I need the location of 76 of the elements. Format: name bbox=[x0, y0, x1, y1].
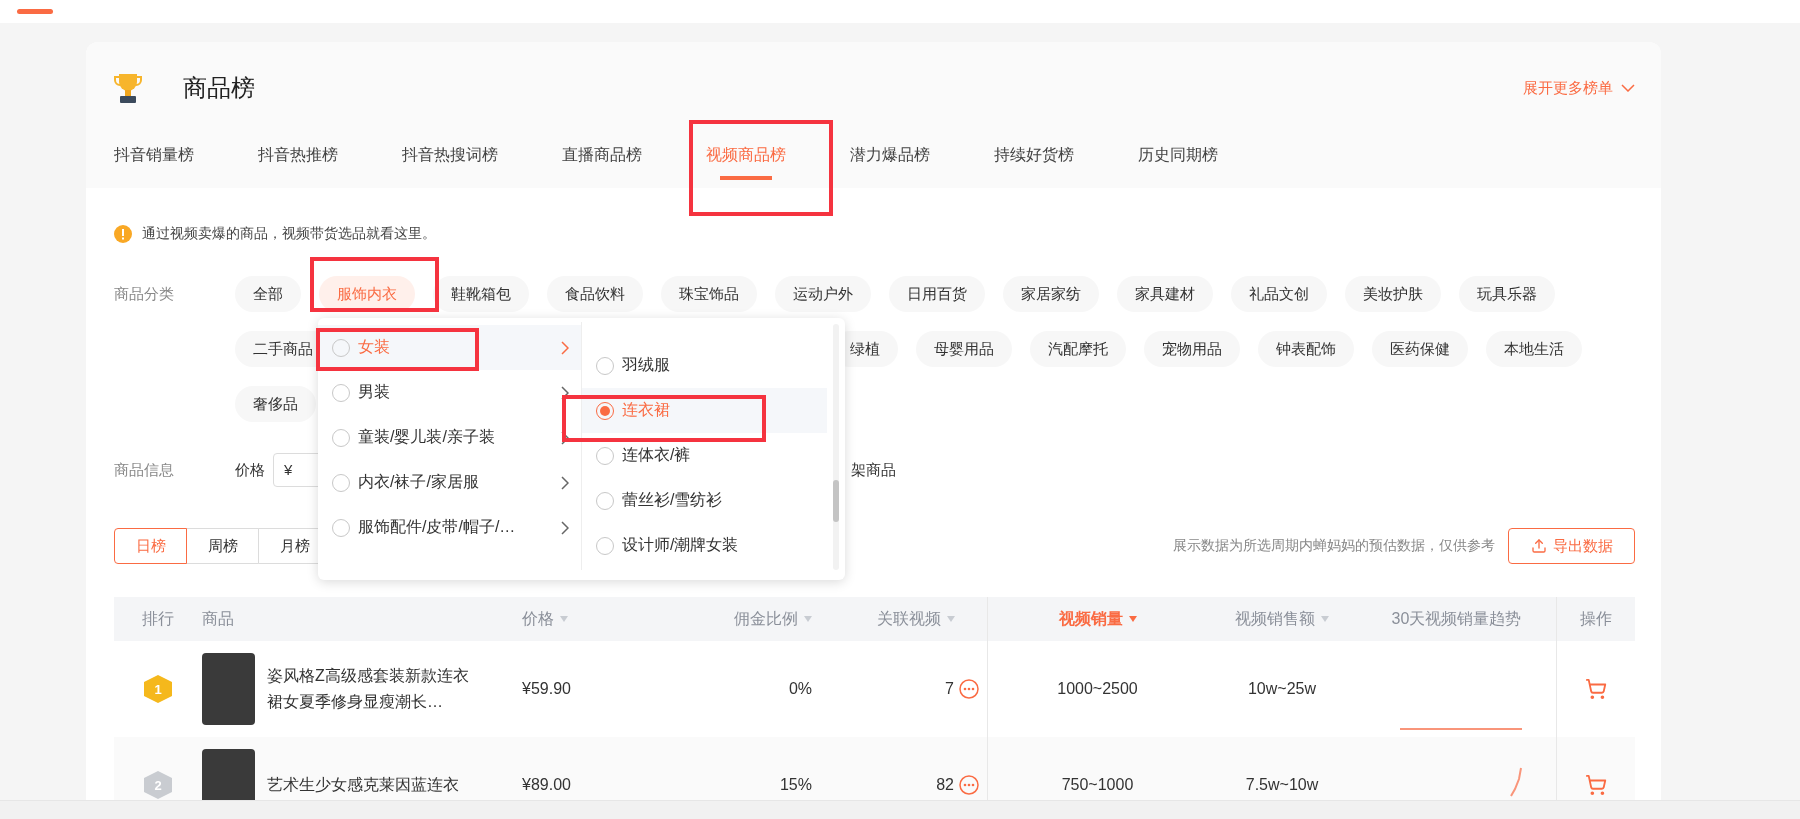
category-chip[interactable]: 食品饮料 bbox=[547, 276, 643, 312]
chevron-right-icon bbox=[561, 340, 569, 355]
price-label: 价格 bbox=[235, 460, 265, 480]
ranking-tab[interactable]: 持续好货榜 bbox=[994, 130, 1074, 180]
category-chip[interactable]: 宠物用品 bbox=[1144, 331, 1240, 367]
cart-icon[interactable] bbox=[1585, 774, 1607, 796]
chevron-down-icon bbox=[1621, 84, 1635, 92]
ranking-tab[interactable]: 历史同期榜 bbox=[1138, 130, 1218, 180]
period-button[interactable]: 周榜 bbox=[186, 528, 259, 564]
menu-item[interactable]: 蕾丝衫/雪纺衫 bbox=[582, 478, 827, 523]
column-header: 商品 bbox=[202, 608, 235, 629]
category-chip[interactable]: 本地生活 bbox=[1486, 331, 1582, 367]
data-note: 展示数据为所选周期内蝉妈妈的预估数据，仅供参考 bbox=[1173, 537, 1495, 555]
ranking-tab[interactable]: 直播商品榜 bbox=[562, 130, 642, 180]
category-chip[interactable]: 家具建材 bbox=[1117, 276, 1213, 312]
commission-text: 15% bbox=[779, 776, 812, 794]
photo-placeholder bbox=[202, 653, 255, 725]
category-chip[interactable]: 全部 bbox=[235, 276, 301, 312]
sales-text: 750~1000 bbox=[1061, 776, 1134, 794]
page-title: 商品榜 bbox=[183, 73, 255, 103]
sales-text: 1000~2500 bbox=[1057, 680, 1138, 698]
cart-icon[interactable] bbox=[1585, 678, 1607, 700]
menu-item[interactable]: 设计师/潮牌女装 bbox=[582, 523, 827, 568]
more-icon[interactable] bbox=[959, 679, 979, 699]
column-header: 排行 bbox=[141, 608, 175, 629]
menu-item[interactable]: 连体衣/裤 bbox=[582, 433, 827, 478]
column-header: 30天视频销量趋势 bbox=[1390, 608, 1523, 629]
menu-item[interactable]: 羽绒服 bbox=[582, 343, 827, 388]
amount-text: 10w~25w bbox=[1247, 680, 1316, 698]
chevron-right-icon bbox=[561, 475, 569, 490]
ranking-tab[interactable]: 潜力爆品榜 bbox=[850, 130, 930, 180]
category-chip[interactable]: 汽配摩托 bbox=[1030, 331, 1126, 367]
category-chip[interactable]: 礼品文创 bbox=[1231, 276, 1327, 312]
sort-caret-icon bbox=[1321, 616, 1329, 622]
amount-text: 7.5w~10w bbox=[1245, 776, 1319, 794]
warning-icon bbox=[114, 225, 132, 243]
progress-indicator bbox=[17, 9, 53, 14]
info-label: 商品信息 bbox=[114, 460, 175, 480]
category-chip[interactable]: 日用百货 bbox=[889, 276, 985, 312]
sort-caret-icon bbox=[560, 616, 568, 622]
menu-item[interactable]: 童装/婴儿装/亲子装 bbox=[318, 415, 581, 460]
menu-item[interactable]: 男装 bbox=[318, 370, 581, 415]
menu-item[interactable]: 内衣/袜子/家居服 bbox=[318, 460, 581, 505]
trophy-icon bbox=[114, 72, 142, 104]
upload-icon bbox=[1530, 538, 1547, 554]
category-chip[interactable]: 母婴用品 bbox=[916, 331, 1012, 367]
category-chip[interactable]: 医药保健 bbox=[1372, 331, 1468, 367]
category-chip[interactable]: 美妆护肤 bbox=[1345, 276, 1441, 312]
category-chip[interactable]: 鞋靴箱包 bbox=[433, 276, 529, 312]
video-count: 7 bbox=[945, 680, 954, 698]
category-label: 商品分类 bbox=[114, 284, 175, 304]
chevron-right-icon bbox=[561, 520, 569, 535]
category-chip[interactable]: 珠宝饰品 bbox=[661, 276, 757, 312]
notice-text: 通过视频卖爆的商品，视频带货选品就看这里。 bbox=[142, 225, 436, 243]
more-icon[interactable] bbox=[959, 775, 979, 795]
sort-caret-icon bbox=[804, 616, 812, 622]
chevron-right-icon bbox=[561, 430, 569, 445]
sort-caret-icon bbox=[1128, 616, 1137, 622]
photo-placeholder bbox=[202, 749, 255, 800]
ranking-tab[interactable]: 抖音热搜词榜 bbox=[402, 130, 498, 180]
ranking-tab[interactable]: 抖音销量榜 bbox=[114, 130, 194, 180]
rank-medal: 1 bbox=[144, 675, 172, 703]
sort-caret-icon bbox=[947, 616, 955, 622]
product-name[interactable]: 艺术生少女感克莱因蓝连衣 bbox=[267, 772, 479, 798]
video-count: 82 bbox=[936, 776, 954, 794]
on-shelf-label: 架商品 bbox=[851, 460, 896, 480]
category-chip[interactable]: 运动户外 bbox=[775, 276, 871, 312]
category-chip[interactable]: 家居家纺 bbox=[1003, 276, 1099, 312]
commission-text: 0% bbox=[788, 680, 812, 698]
price-text: ¥89.00 bbox=[522, 776, 571, 794]
product-name[interactable]: 姿风格Z高级感套装新款连衣裙女夏季修身显瘦潮长… bbox=[267, 663, 479, 715]
ranking-tab[interactable]: 抖音热推榜 bbox=[258, 130, 338, 180]
price-text: ¥59.90 bbox=[522, 680, 571, 698]
category-chip[interactable]: 钟表配饰 bbox=[1258, 331, 1354, 367]
category-chip[interactable]: 奢侈品 bbox=[235, 386, 316, 422]
category-chip[interactable]: 玩具乐器 bbox=[1459, 276, 1555, 312]
